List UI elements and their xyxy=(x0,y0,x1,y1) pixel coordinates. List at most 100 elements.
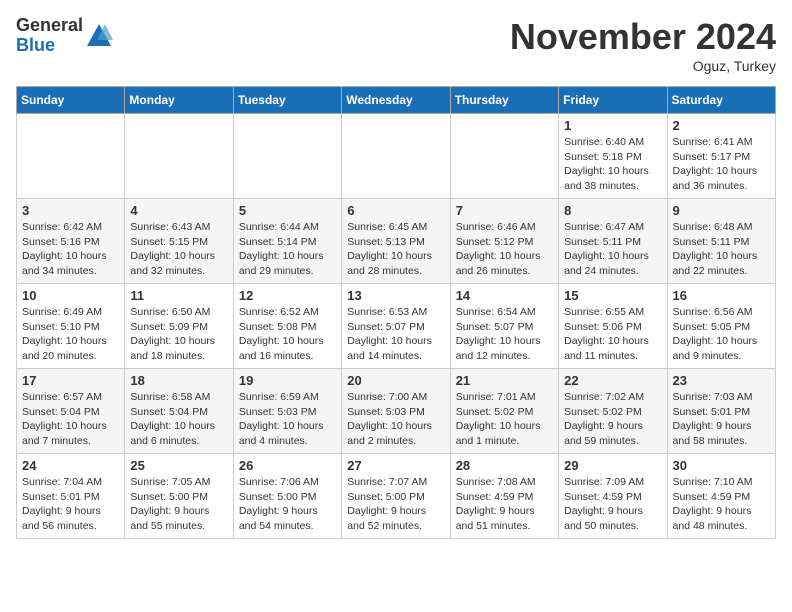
day-info: Sunrise: 6:41 AM Sunset: 5:17 PM Dayligh… xyxy=(673,135,770,194)
logo-general: General xyxy=(16,16,83,36)
title-area: November 2024 Oguz, Turkey xyxy=(510,16,776,74)
logo-icon xyxy=(85,22,113,50)
col-monday: Monday xyxy=(125,87,233,114)
col-friday: Friday xyxy=(559,87,667,114)
day-info: Sunrise: 7:00 AM Sunset: 5:03 PM Dayligh… xyxy=(347,390,444,449)
day-number: 16 xyxy=(673,288,770,303)
day-info: Sunrise: 6:54 AM Sunset: 5:07 PM Dayligh… xyxy=(456,305,553,364)
table-row: 17 Sunrise: 6:57 AM Sunset: 5:04 PM Dayli… xyxy=(17,369,125,454)
month-title: November 2024 xyxy=(510,16,776,58)
table-row: 13 Sunrise: 6:53 AM Sunset: 5:07 PM Dayli… xyxy=(342,284,450,369)
table-row xyxy=(125,114,233,199)
calendar-row: 17 Sunrise: 6:57 AM Sunset: 5:04 PM Dayli… xyxy=(17,369,776,454)
day-info: Sunrise: 6:56 AM Sunset: 5:05 PM Dayligh… xyxy=(673,305,770,364)
table-row: 15Sunrise: 6:55 AM Sunset: 5:06 PM Dayli… xyxy=(559,284,667,369)
table-row: 20 Sunrise: 7:00 AM Sunset: 5:03 PM Dayli… xyxy=(342,369,450,454)
day-number: 2 xyxy=(673,118,770,133)
table-row: 5 Sunrise: 6:44 AM Sunset: 5:14 PM Daylig… xyxy=(233,199,341,284)
location: Oguz, Turkey xyxy=(510,58,776,74)
day-number: 28 xyxy=(456,458,553,473)
col-thursday: Thursday xyxy=(450,87,558,114)
table-row xyxy=(342,114,450,199)
day-info: Sunrise: 6:48 AM Sunset: 5:11 PM Dayligh… xyxy=(673,220,770,279)
day-number: 20 xyxy=(347,373,444,388)
table-row: 21 Sunrise: 7:01 AM Sunset: 5:02 PM Dayli… xyxy=(450,369,558,454)
day-info: Sunrise: 6:46 AM Sunset: 5:12 PM Dayligh… xyxy=(456,220,553,279)
day-info: Sunrise: 6:44 AM Sunset: 5:14 PM Dayligh… xyxy=(239,220,336,279)
day-info: Sunrise: 6:45 AM Sunset: 5:13 PM Dayligh… xyxy=(347,220,444,279)
day-info: Sunrise: 6:50 AM Sunset: 5:09 PM Dayligh… xyxy=(130,305,227,364)
table-row xyxy=(233,114,341,199)
day-number: 22 xyxy=(564,373,661,388)
day-number: 5 xyxy=(239,203,336,218)
table-row: 18 Sunrise: 6:58 AM Sunset: 5:04 PM Dayli… xyxy=(125,369,233,454)
table-row: 16 Sunrise: 6:56 AM Sunset: 5:05 PM Dayli… xyxy=(667,284,775,369)
day-number: 12 xyxy=(239,288,336,303)
calendar-row: 10Sunrise: 6:49 AM Sunset: 5:10 PM Dayli… xyxy=(17,284,776,369)
table-row: 8 Sunrise: 6:47 AM Sunset: 5:11 PM Daylig… xyxy=(559,199,667,284)
day-number: 27 xyxy=(347,458,444,473)
col-tuesday: Tuesday xyxy=(233,87,341,114)
day-number: 24 xyxy=(22,458,119,473)
day-info: Sunrise: 7:08 AM Sunset: 4:59 PM Dayligh… xyxy=(456,475,553,534)
table-row: 27Sunrise: 7:07 AM Sunset: 5:00 PM Dayli… xyxy=(342,454,450,539)
day-number: 1 xyxy=(564,118,661,133)
calendar-row: 1 Sunrise: 6:40 AM Sunset: 5:18 PM Daylig… xyxy=(17,114,776,199)
day-number: 25 xyxy=(130,458,227,473)
day-number: 8 xyxy=(564,203,661,218)
calendar-row: 3 Sunrise: 6:42 AM Sunset: 5:16 PM Daylig… xyxy=(17,199,776,284)
logo-blue: Blue xyxy=(16,36,83,56)
day-number: 30 xyxy=(673,458,770,473)
day-number: 26 xyxy=(239,458,336,473)
day-info: Sunrise: 6:43 AM Sunset: 5:15 PM Dayligh… xyxy=(130,220,227,279)
day-number: 10 xyxy=(22,288,119,303)
day-number: 6 xyxy=(347,203,444,218)
table-row: 24 Sunrise: 7:04 AM Sunset: 5:01 PM Dayli… xyxy=(17,454,125,539)
day-number: 4 xyxy=(130,203,227,218)
table-row: 26 Sunrise: 7:06 AM Sunset: 5:00 PM Dayli… xyxy=(233,454,341,539)
day-number: 21 xyxy=(456,373,553,388)
day-info: Sunrise: 6:52 AM Sunset: 5:08 PM Dayligh… xyxy=(239,305,336,364)
day-number: 23 xyxy=(673,373,770,388)
day-number: 19 xyxy=(239,373,336,388)
day-number: 18 xyxy=(130,373,227,388)
day-number: 14 xyxy=(456,288,553,303)
calendar-table: Sunday Monday Tuesday Wednesday Thursday… xyxy=(16,86,776,539)
day-info: Sunrise: 7:01 AM Sunset: 5:02 PM Dayligh… xyxy=(456,390,553,449)
day-number: 13 xyxy=(347,288,444,303)
table-row: 1 Sunrise: 6:40 AM Sunset: 5:18 PM Daylig… xyxy=(559,114,667,199)
day-info: Sunrise: 7:06 AM Sunset: 5:00 PM Dayligh… xyxy=(239,475,336,534)
day-number: 9 xyxy=(673,203,770,218)
day-number: 7 xyxy=(456,203,553,218)
table-row: 14 Sunrise: 6:54 AM Sunset: 5:07 PM Dayli… xyxy=(450,284,558,369)
day-info: Sunrise: 7:02 AM Sunset: 5:02 PM Dayligh… xyxy=(564,390,661,449)
table-row: 25 Sunrise: 7:05 AM Sunset: 5:00 PM Dayli… xyxy=(125,454,233,539)
table-row xyxy=(450,114,558,199)
day-info: Sunrise: 6:40 AM Sunset: 5:18 PM Dayligh… xyxy=(564,135,661,194)
col-saturday: Saturday xyxy=(667,87,775,114)
day-number: 11 xyxy=(130,288,227,303)
calendar-row: 24 Sunrise: 7:04 AM Sunset: 5:01 PM Dayli… xyxy=(17,454,776,539)
table-row: 3 Sunrise: 6:42 AM Sunset: 5:16 PM Daylig… xyxy=(17,199,125,284)
table-row: 7 Sunrise: 6:46 AM Sunset: 5:12 PM Daylig… xyxy=(450,199,558,284)
day-info: Sunrise: 7:05 AM Sunset: 5:00 PM Dayligh… xyxy=(130,475,227,534)
day-number: 17 xyxy=(22,373,119,388)
table-row: 11 Sunrise: 6:50 AM Sunset: 5:09 PM Dayli… xyxy=(125,284,233,369)
day-info: Sunrise: 6:47 AM Sunset: 5:11 PM Dayligh… xyxy=(564,220,661,279)
table-row: 10Sunrise: 6:49 AM Sunset: 5:10 PM Dayli… xyxy=(17,284,125,369)
day-number: 3 xyxy=(22,203,119,218)
table-row: 4 Sunrise: 6:43 AM Sunset: 5:15 PM Daylig… xyxy=(125,199,233,284)
table-row: 28 Sunrise: 7:08 AM Sunset: 4:59 PM Dayli… xyxy=(450,454,558,539)
table-row: 23Sunrise: 7:03 AM Sunset: 5:01 PM Dayli… xyxy=(667,369,775,454)
day-info: Sunrise: 6:58 AM Sunset: 5:04 PM Dayligh… xyxy=(130,390,227,449)
col-wednesday: Wednesday xyxy=(342,87,450,114)
day-info: Sunrise: 6:42 AM Sunset: 5:16 PM Dayligh… xyxy=(22,220,119,279)
table-row: 19Sunrise: 6:59 AM Sunset: 5:03 PM Dayli… xyxy=(233,369,341,454)
table-row: 2 Sunrise: 6:41 AM Sunset: 5:17 PM Daylig… xyxy=(667,114,775,199)
day-info: Sunrise: 7:04 AM Sunset: 5:01 PM Dayligh… xyxy=(22,475,119,534)
day-number: 15 xyxy=(564,288,661,303)
day-info: Sunrise: 6:53 AM Sunset: 5:07 PM Dayligh… xyxy=(347,305,444,364)
table-row: 6 Sunrise: 6:45 AM Sunset: 5:13 PM Daylig… xyxy=(342,199,450,284)
day-info: Sunrise: 6:57 AM Sunset: 5:04 PM Dayligh… xyxy=(22,390,119,449)
table-row: 12 Sunrise: 6:52 AM Sunset: 5:08 PM Dayli… xyxy=(233,284,341,369)
